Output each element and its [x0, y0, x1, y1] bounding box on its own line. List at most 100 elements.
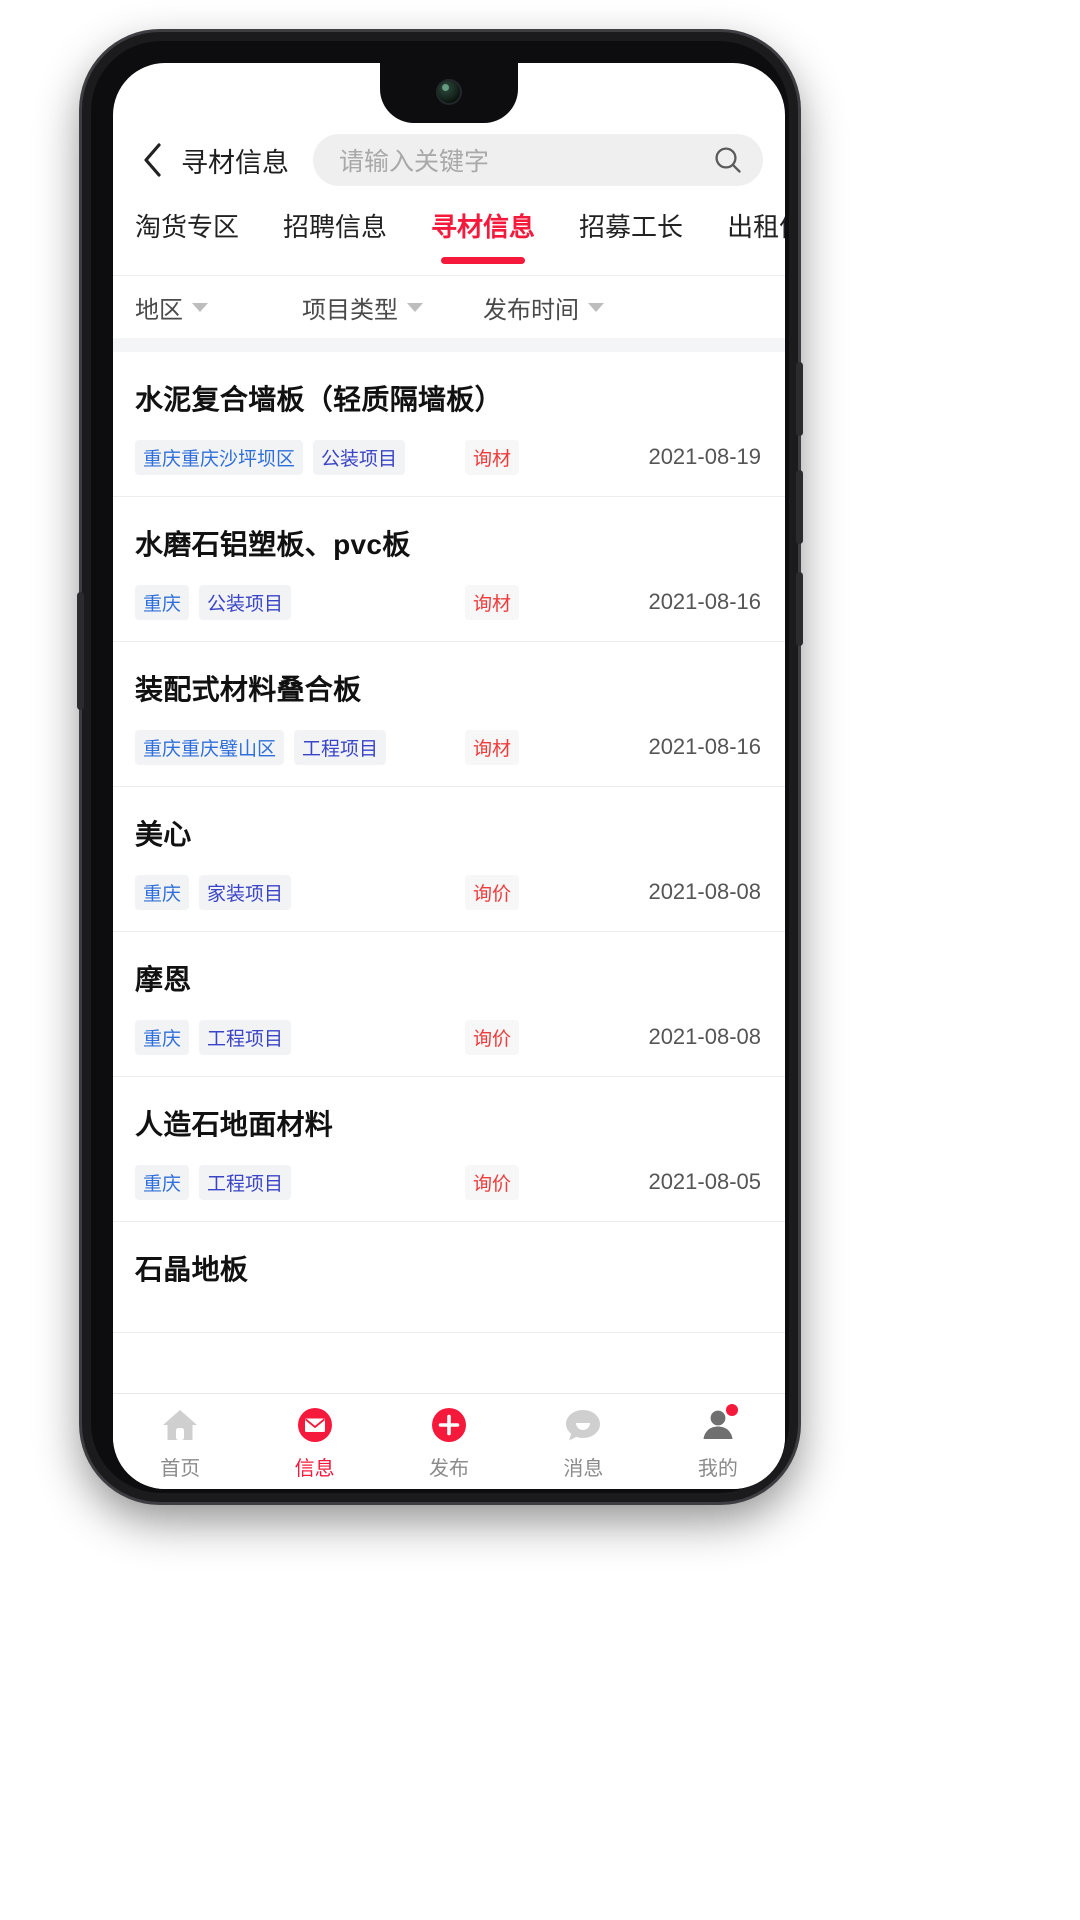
filter-label: 项目类型	[302, 296, 398, 324]
volume-up-button[interactable]	[796, 470, 803, 544]
filter-project-type[interactable]: 项目类型	[302, 290, 423, 325]
phone-device-frame: 寻材信息 请输入关键字 淘货专区 招聘信息 寻材信息 招募工长 出租 地区 项目…	[77, 32, 803, 1502]
item-date: 2021-08-08	[648, 879, 761, 904]
region-tag: 重庆	[135, 584, 190, 620]
request-kind-tag: 询材	[465, 729, 520, 765]
project-type-tag: 工程项目	[199, 1164, 292, 1200]
tab-taohuo[interactable]: 淘货专区	[135, 199, 239, 244]
region-tag: 重庆	[135, 874, 190, 910]
request-kind-tag: 询价	[465, 874, 520, 910]
notification-badge	[725, 1403, 738, 1416]
list-item[interactable]: 水泥复合墙板（轻质隔墙板） 重庆重庆沙坪坝区 公装项目 询材 2021-08-1…	[113, 352, 785, 497]
nav-label: 信息	[294, 1457, 335, 1480]
request-kind-tag: 询价	[465, 1164, 520, 1200]
phone-screen: 寻材信息 请输入关键字 淘货专区 招聘信息 寻材信息 招募工长 出租 地区 项目…	[113, 63, 785, 1489]
search-input[interactable]: 请输入关键字	[313, 134, 763, 186]
chevron-down-icon	[588, 302, 604, 312]
chevron-down-icon	[407, 302, 423, 312]
item-date: 2021-08-08	[648, 1024, 761, 1049]
nav-label: 发布	[429, 1457, 470, 1480]
power-button[interactable]	[796, 362, 803, 436]
item-date: 2021-08-16	[648, 589, 761, 614]
item-date: 2021-08-05	[648, 1169, 761, 1194]
request-kind-tag: 询材	[465, 439, 520, 475]
tab-zhaomu[interactable]: 招募工长	[579, 199, 683, 244]
item-meta: 重庆 工程项目 询价 2021-08-05	[135, 1164, 763, 1200]
list-item[interactable]: 美心 重庆 家装项目 询价 2021-08-08	[113, 787, 785, 932]
nav-item-publish[interactable]: 发布	[382, 1403, 516, 1481]
list-item[interactable]: 装配式材料叠合板 重庆重庆璧山区 工程项目 询材 2021-08-16	[113, 642, 785, 787]
filter-separator	[113, 338, 785, 352]
project-type-tag: 公装项目	[199, 584, 292, 620]
project-type-tag: 工程项目	[294, 729, 387, 765]
nav-label: 我的	[697, 1457, 738, 1480]
item-title: 美心	[135, 819, 192, 850]
home-icon	[158, 1403, 202, 1447]
item-title: 装配式材料叠合板	[135, 674, 362, 705]
item-title: 摩恩	[135, 964, 192, 995]
category-tab-bar[interactable]: 淘货专区 招聘信息 寻材信息 招募工长 出租信息	[113, 199, 785, 275]
item-meta: 重庆 公装项目 询材 2021-08-16	[135, 584, 763, 620]
plus-circle-icon	[427, 1403, 471, 1447]
page-title: 寻材信息	[181, 147, 289, 178]
search-placeholder: 请输入关键字	[339, 148, 490, 176]
person-icon	[696, 1403, 740, 1447]
filter-label: 发布时间	[483, 296, 579, 324]
bottom-navigation[interactable]: 首页 信息 发布 消息 我的	[113, 1393, 785, 1489]
region-tag: 重庆	[135, 1164, 190, 1200]
item-title: 石晶地板	[135, 1254, 249, 1285]
tab-xuncai[interactable]: 寻材信息	[431, 199, 536, 264]
filter-label: 地区	[135, 296, 183, 324]
chevron-left-icon	[144, 143, 161, 177]
volume-button[interactable]	[77, 592, 84, 710]
material-request-list[interactable]: 水泥复合墙板（轻质隔墙板） 重庆重庆沙坪坝区 公装项目 询材 2021-08-1…	[113, 352, 785, 1393]
item-meta: 重庆重庆沙坪坝区 公装项目 询材 2021-08-19	[135, 439, 763, 475]
nav-label: 消息	[563, 1457, 604, 1480]
nav-item-home[interactable]: 首页	[113, 1403, 247, 1481]
back-button[interactable]	[135, 138, 169, 182]
item-meta: 重庆 工程项目 询价 2021-08-08	[135, 1019, 763, 1055]
project-type-tag: 公装项目	[313, 439, 406, 475]
nav-item-messages[interactable]: 消息	[516, 1403, 650, 1481]
volume-down-button[interactable]	[796, 572, 803, 646]
filter-bar: 地区 项目类型 发布时间	[113, 276, 785, 338]
region-tag: 重庆重庆沙坪坝区	[135, 439, 304, 475]
filter-publish-time[interactable]: 发布时间	[483, 290, 604, 325]
tab-label: 招募工长	[579, 212, 684, 242]
item-title: 水磨石铝塑板、pvc板	[135, 529, 411, 560]
chevron-down-icon	[192, 302, 208, 312]
tab-label: 招聘信息	[283, 212, 388, 242]
nav-item-info[interactable]: 信息	[247, 1403, 381, 1481]
list-item[interactable]: 石晶地板	[113, 1222, 785, 1333]
screenshot-stage: 寻材信息 请输入关键字 淘货专区 招聘信息 寻材信息 招募工长 出租 地区 项目…	[0, 0, 1080, 1920]
phone-bezel: 寻材信息 请输入关键字 淘货专区 招聘信息 寻材信息 招募工长 出租 地区 项目…	[91, 41, 789, 1493]
nav-item-profile[interactable]: 我的	[651, 1403, 785, 1481]
filter-region[interactable]: 地区	[135, 290, 208, 325]
item-meta: 重庆 家装项目 询价 2021-08-08	[135, 874, 763, 910]
tab-label: 寻材信息	[431, 212, 536, 242]
app-header: 寻材信息 请输入关键字	[113, 121, 785, 199]
item-date: 2021-08-19	[648, 444, 761, 469]
tab-label: 出租信息	[727, 212, 785, 242]
chat-bubble-icon	[561, 1403, 605, 1447]
list-item[interactable]: 摩恩 重庆 工程项目 询价 2021-08-08	[113, 932, 785, 1077]
item-title: 人造石地面材料	[135, 1109, 334, 1140]
envelope-icon	[293, 1403, 337, 1447]
project-type-tag: 家装项目	[199, 874, 292, 910]
request-kind-tag: 询材	[465, 584, 520, 620]
tab-label: 淘货专区	[135, 212, 240, 242]
item-title: 水泥复合墙板（轻质隔墙板）	[135, 384, 503, 415]
search-icon[interactable]	[713, 145, 743, 175]
request-kind-tag: 询价	[465, 1019, 520, 1055]
list-item[interactable]: 人造石地面材料 重庆 工程项目 询价 2021-08-05	[113, 1077, 785, 1222]
tab-chuzu[interactable]: 出租信息	[727, 199, 785, 244]
active-tab-underline	[441, 257, 526, 264]
project-type-tag: 工程项目	[199, 1019, 292, 1055]
region-tag: 重庆重庆璧山区	[135, 729, 285, 765]
region-tag: 重庆	[135, 1019, 190, 1055]
tab-zhaopin[interactable]: 招聘信息	[283, 199, 387, 244]
nav-label: 首页	[160, 1457, 201, 1480]
notch	[380, 63, 518, 123]
front-camera-icon	[436, 79, 462, 105]
list-item[interactable]: 水磨石铝塑板、pvc板 重庆 公装项目 询材 2021-08-16	[113, 497, 785, 642]
